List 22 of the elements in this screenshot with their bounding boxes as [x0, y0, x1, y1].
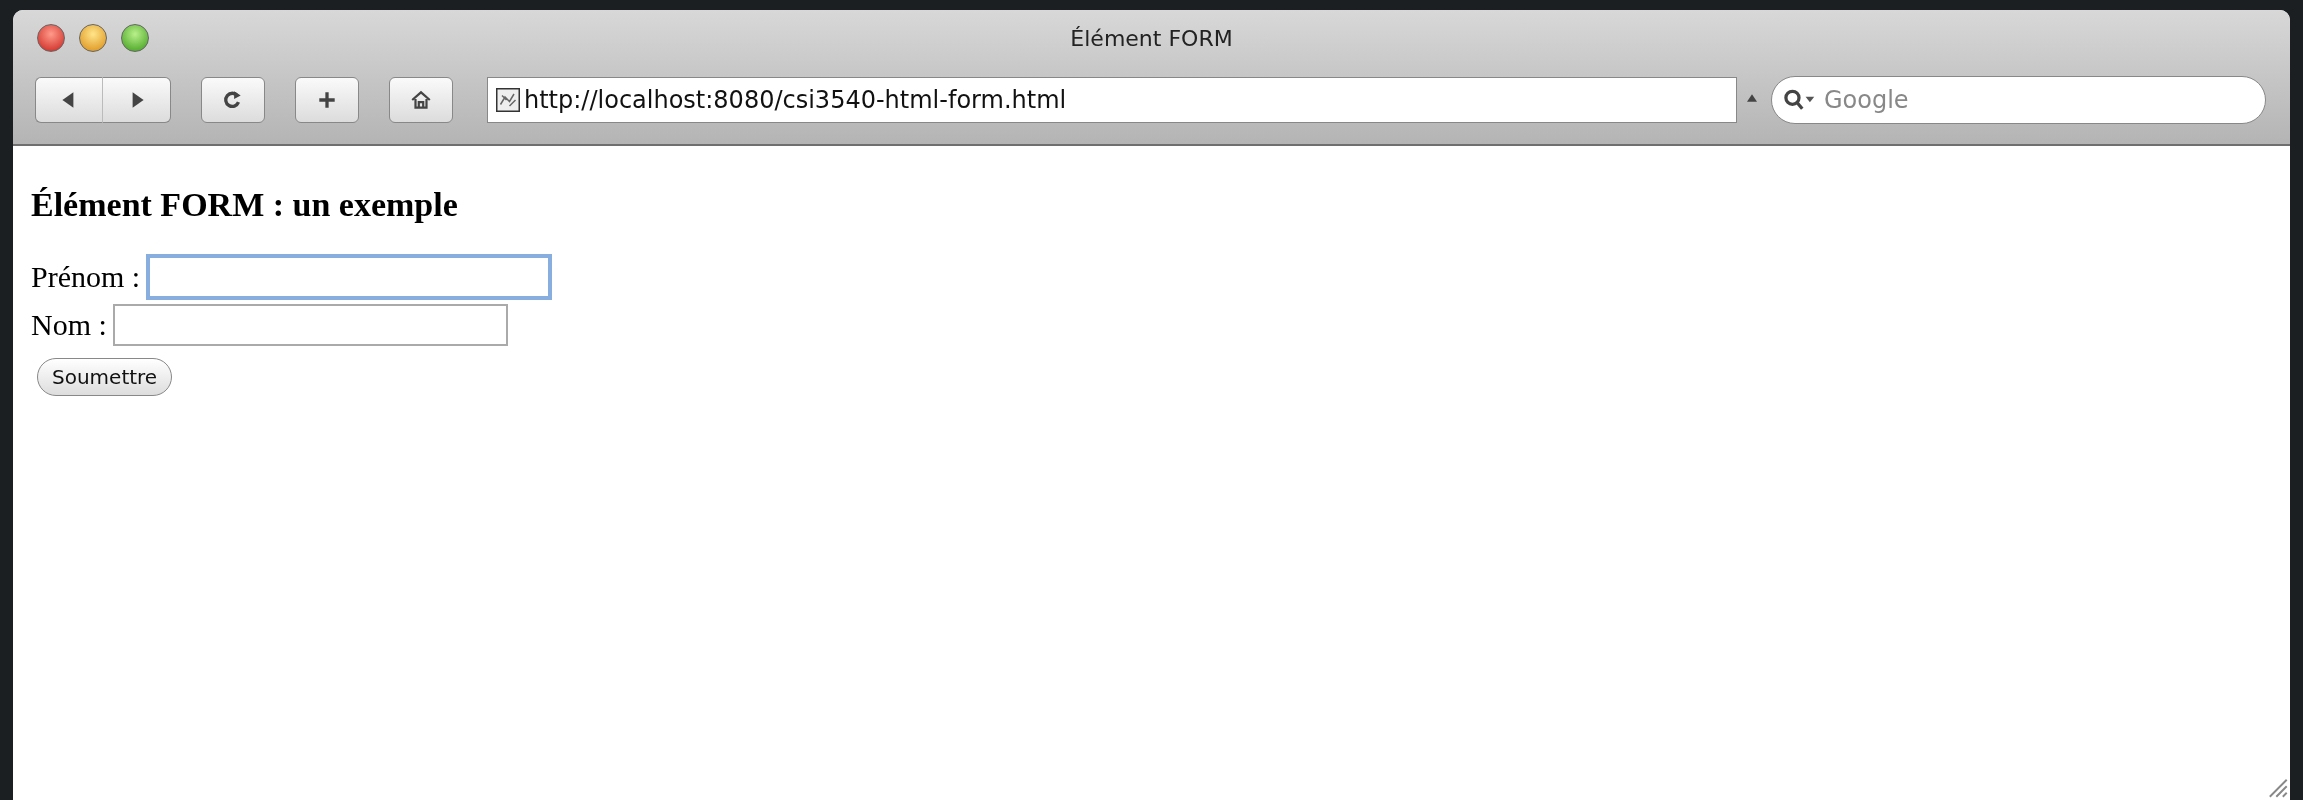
page-heading: Élément FORM : un exemple: [31, 186, 459, 224]
add-bookmark-button[interactable]: [295, 77, 359, 123]
plus-icon: [316, 89, 338, 111]
field-label: Prénom :: [31, 260, 141, 294]
text-field[interactable]: [146, 254, 553, 300]
reload-icon: [222, 89, 244, 111]
search-icon: [1782, 88, 1816, 112]
text-field[interactable]: [112, 304, 508, 346]
home-button[interactable]: [389, 77, 453, 123]
reload-button[interactable]: [201, 77, 265, 123]
submit-button[interactable]: Soumettre: [37, 358, 173, 396]
close-button[interactable]: [37, 24, 65, 52]
zoom-button[interactable]: [121, 24, 149, 52]
home-icon: [410, 89, 432, 111]
window-title: Élément FORM: [1070, 25, 1233, 51]
address-field[interactable]: http://localhost:8080/csi3540-html-form.html: [487, 77, 1737, 123]
forward-button[interactable]: [103, 77, 171, 123]
field-label: Nom :: [31, 308, 107, 342]
minimize-button[interactable]: [79, 24, 107, 52]
back-button[interactable]: [35, 77, 103, 123]
search-field[interactable]: Google: [1771, 76, 2266, 124]
page-icon: [496, 88, 520, 112]
